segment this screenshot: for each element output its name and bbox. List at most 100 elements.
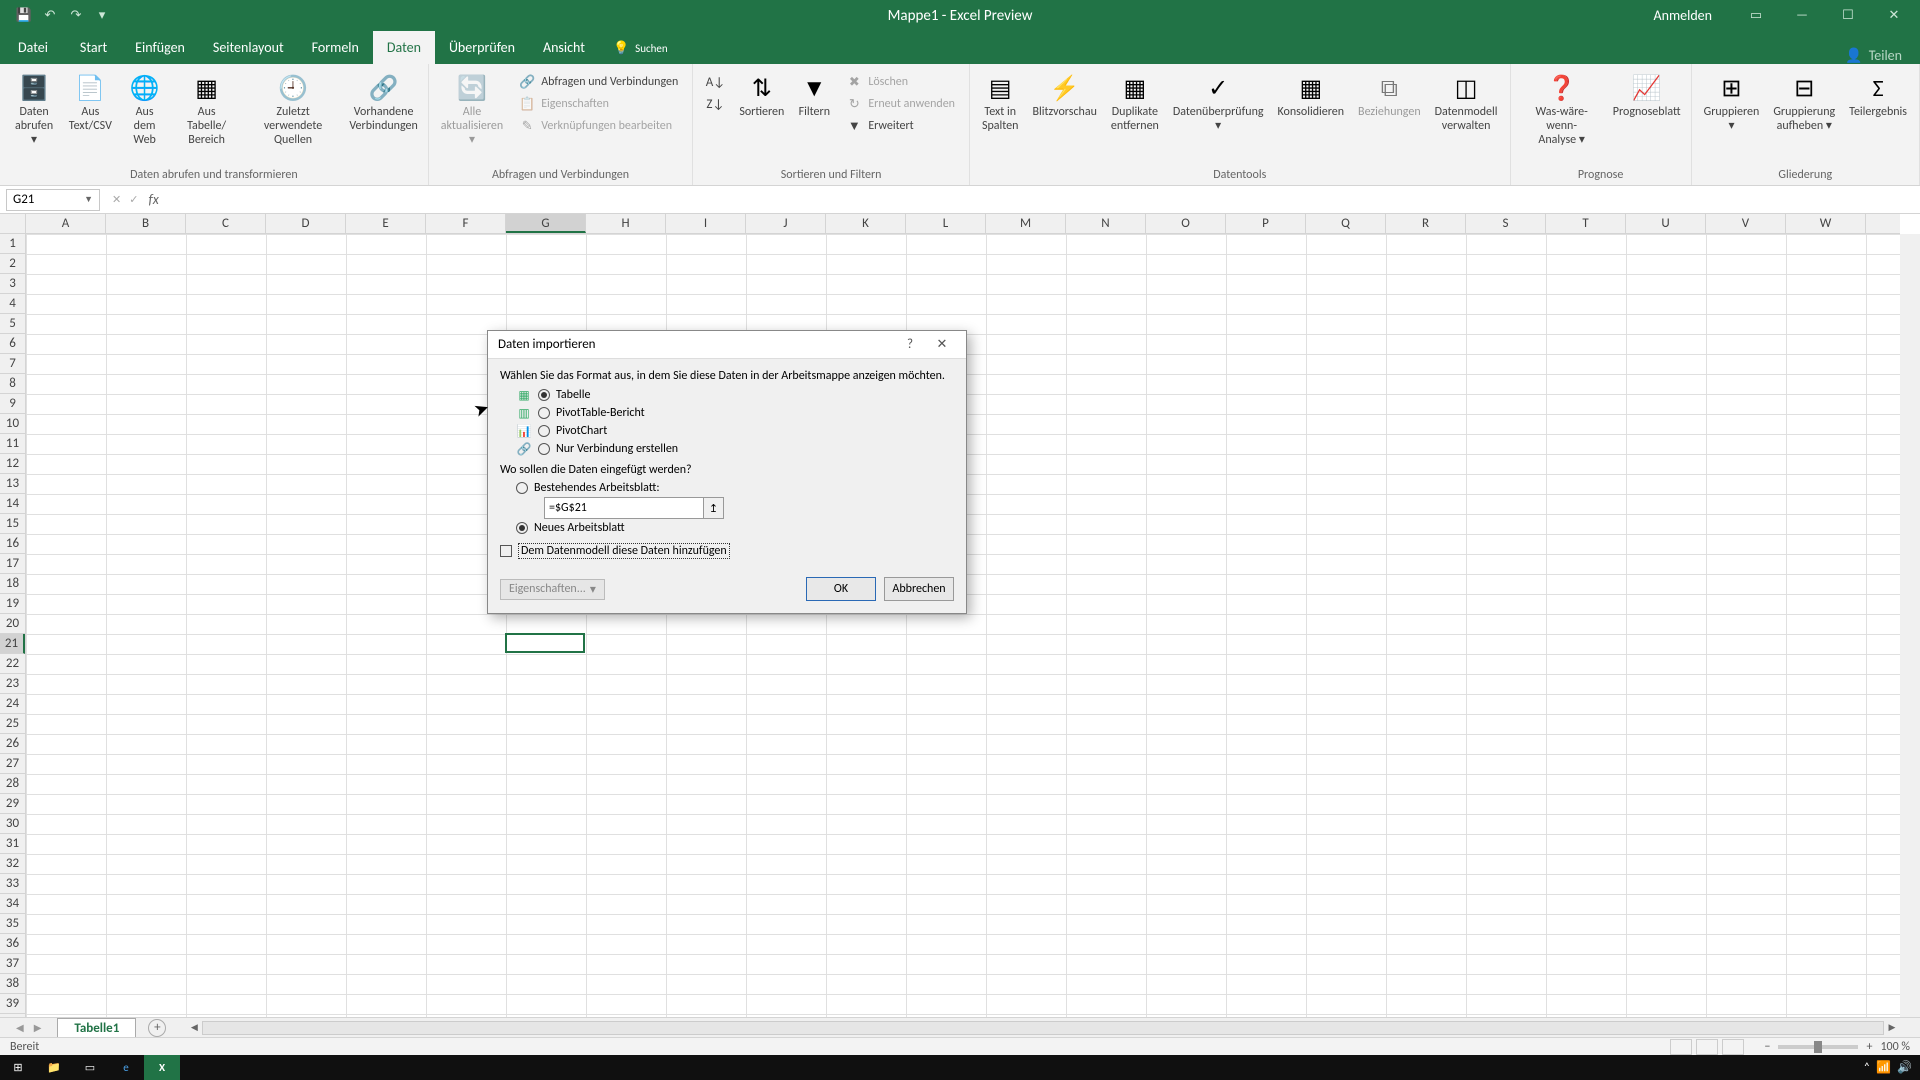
column-header[interactable]: D (266, 214, 346, 233)
sort-az-button[interactable]: A↓ (703, 72, 727, 92)
row-header[interactable]: 1 (0, 234, 25, 254)
scroll-left-icon[interactable]: ◀ (186, 1022, 202, 1033)
page-layout-view-button[interactable] (1696, 1039, 1718, 1055)
ungroup-button[interactable]: ⊟Gruppierung aufheben ▾ (1767, 68, 1841, 138)
sheet-nav-prev-icon[interactable]: ◀ (16, 1021, 24, 1034)
text-to-columns-button[interactable]: ▤Text in Spalten (976, 68, 1025, 138)
column-header[interactable]: G (506, 214, 586, 233)
row-header[interactable]: 23 (0, 674, 25, 694)
row-header[interactable]: 21 (0, 634, 25, 654)
zoom-slider[interactable] (1778, 1045, 1858, 1049)
zoom-in-button[interactable]: + (1866, 1040, 1872, 1054)
column-header[interactable]: Q (1306, 214, 1386, 233)
column-header[interactable]: B (106, 214, 186, 233)
row-header[interactable]: 33 (0, 874, 25, 894)
add-sheet-button[interactable]: + (148, 1019, 166, 1037)
column-header[interactable]: P (1226, 214, 1306, 233)
vertical-scrollbar[interactable] (1900, 234, 1920, 1017)
row-header[interactable]: 18 (0, 574, 25, 594)
row-header[interactable]: 11 (0, 434, 25, 454)
from-csv-button[interactable]: 📄Aus Text/CSV (64, 68, 117, 138)
row-header[interactable]: 25 (0, 714, 25, 734)
file-explorer-icon[interactable]: 📁 (36, 1055, 72, 1080)
row-header[interactable]: 4 (0, 294, 25, 314)
cancel-button[interactable]: Abbrechen (884, 577, 954, 601)
redo-icon[interactable]: ↷ (66, 6, 86, 26)
column-header[interactable]: K (826, 214, 906, 233)
row-header[interactable]: 3 (0, 274, 25, 294)
radio-pivotchart[interactable]: 📊 PivotChart (516, 423, 954, 439)
column-header[interactable]: S (1466, 214, 1546, 233)
qat-customize-icon[interactable]: ▾ (92, 6, 112, 26)
column-header[interactable]: U (1626, 214, 1706, 233)
row-header[interactable]: 27 (0, 754, 25, 774)
horizontal-scrollbar[interactable]: ◀ ▶ (186, 1020, 1900, 1036)
radio-new-sheet[interactable]: Neues Arbeitsblatt (516, 521, 954, 535)
volume-icon[interactable]: 🔊 (1897, 1060, 1912, 1075)
column-header[interactable]: W (1786, 214, 1866, 233)
row-header[interactable]: 20 (0, 614, 25, 634)
share-button[interactable]: 👤 Teilen (1845, 47, 1920, 64)
range-picker-button[interactable]: ↥ (704, 497, 724, 519)
from-table-button[interactable]: ▦Aus Tabelle/ Bereich (173, 68, 241, 151)
refresh-all-button[interactable]: 🔄Alle aktualisieren ▾ (435, 68, 509, 151)
row-header[interactable]: 29 (0, 794, 25, 814)
add-to-data-model-checkbox[interactable]: Dem Datenmodell diese Daten hinzufügen (500, 543, 954, 559)
whatif-button[interactable]: ❓Was-wäre-wenn- Analyse ▾ (1517, 68, 1607, 151)
active-cell[interactable] (505, 633, 585, 653)
column-header[interactable]: C (186, 214, 266, 233)
row-header[interactable]: 34 (0, 894, 25, 914)
row-header[interactable]: 30 (0, 814, 25, 834)
sort-button[interactable]: ⇅Sortieren (733, 68, 790, 124)
network-icon[interactable]: 📶 (1876, 1060, 1891, 1075)
row-header[interactable]: 10 (0, 414, 25, 434)
row-header[interactable]: 14 (0, 494, 25, 514)
minimize-icon[interactable]: — (1780, 0, 1824, 31)
row-header[interactable]: 17 (0, 554, 25, 574)
data-validation-button[interactable]: ✓Datenüberprüfung ▾ (1167, 68, 1270, 138)
ribbon-display-icon[interactable]: ▭ (1734, 0, 1778, 31)
row-header[interactable]: 15 (0, 514, 25, 534)
save-icon[interactable]: 💾 (14, 6, 34, 26)
tab-ansicht[interactable]: Ansicht (529, 31, 599, 64)
forecast-sheet-button[interactable]: 📈Prognoseblatt (1609, 68, 1685, 124)
column-header[interactable]: J (746, 214, 826, 233)
excel-taskbar-icon[interactable]: X (144, 1055, 180, 1080)
row-header[interactable]: 31 (0, 834, 25, 854)
formula-input[interactable] (167, 189, 1920, 211)
ok-button[interactable]: OK (806, 577, 876, 601)
tell-me-search[interactable]: 💡 Suchen (599, 33, 682, 64)
column-header[interactable]: T (1546, 214, 1626, 233)
filter-button[interactable]: ▼Filtern (792, 68, 836, 124)
row-header[interactable]: 8 (0, 374, 25, 394)
fx-icon[interactable]: fx (148, 191, 158, 208)
sheet-nav-next-icon[interactable]: ▶ (34, 1021, 42, 1034)
row-header[interactable]: 26 (0, 734, 25, 754)
row-header[interactable]: 32 (0, 854, 25, 874)
row-header[interactable]: 6 (0, 334, 25, 354)
row-header[interactable]: 13 (0, 474, 25, 494)
tray-chevron-icon[interactable]: ˄ (1864, 1061, 1870, 1075)
normal-view-button[interactable] (1670, 1039, 1692, 1055)
from-web-button[interactable]: 🌐Aus dem Web (119, 68, 171, 151)
maximize-icon[interactable]: ☐ (1826, 0, 1870, 31)
row-header[interactable]: 39 (0, 994, 25, 1014)
row-header[interactable]: 5 (0, 314, 25, 334)
row-header[interactable]: 16 (0, 534, 25, 554)
manage-data-model-button[interactable]: ◫Datenmodell verwalten (1429, 68, 1504, 138)
tab-einfuegen[interactable]: Einfügen (121, 31, 199, 64)
row-header[interactable]: 19 (0, 594, 25, 614)
group-button[interactable]: ⊞Gruppieren ▾ (1698, 68, 1766, 138)
tab-file[interactable]: Datei (0, 31, 66, 64)
page-break-view-button[interactable] (1722, 1039, 1744, 1055)
column-header[interactable]: N (1066, 214, 1146, 233)
sort-za-button[interactable]: Z↓ (703, 94, 727, 114)
row-header[interactable]: 28 (0, 774, 25, 794)
subtotal-button[interactable]: ΣTeilergebnis (1843, 68, 1913, 124)
row-header[interactable]: 38 (0, 974, 25, 994)
column-header[interactable]: E (346, 214, 426, 233)
edge-icon[interactable]: e (108, 1055, 144, 1080)
name-box[interactable]: G21 ▼ (6, 189, 100, 211)
close-icon[interactable]: ✕ (1872, 0, 1916, 31)
dialog-titlebar[interactable]: Daten importieren ? ✕ (488, 331, 966, 359)
